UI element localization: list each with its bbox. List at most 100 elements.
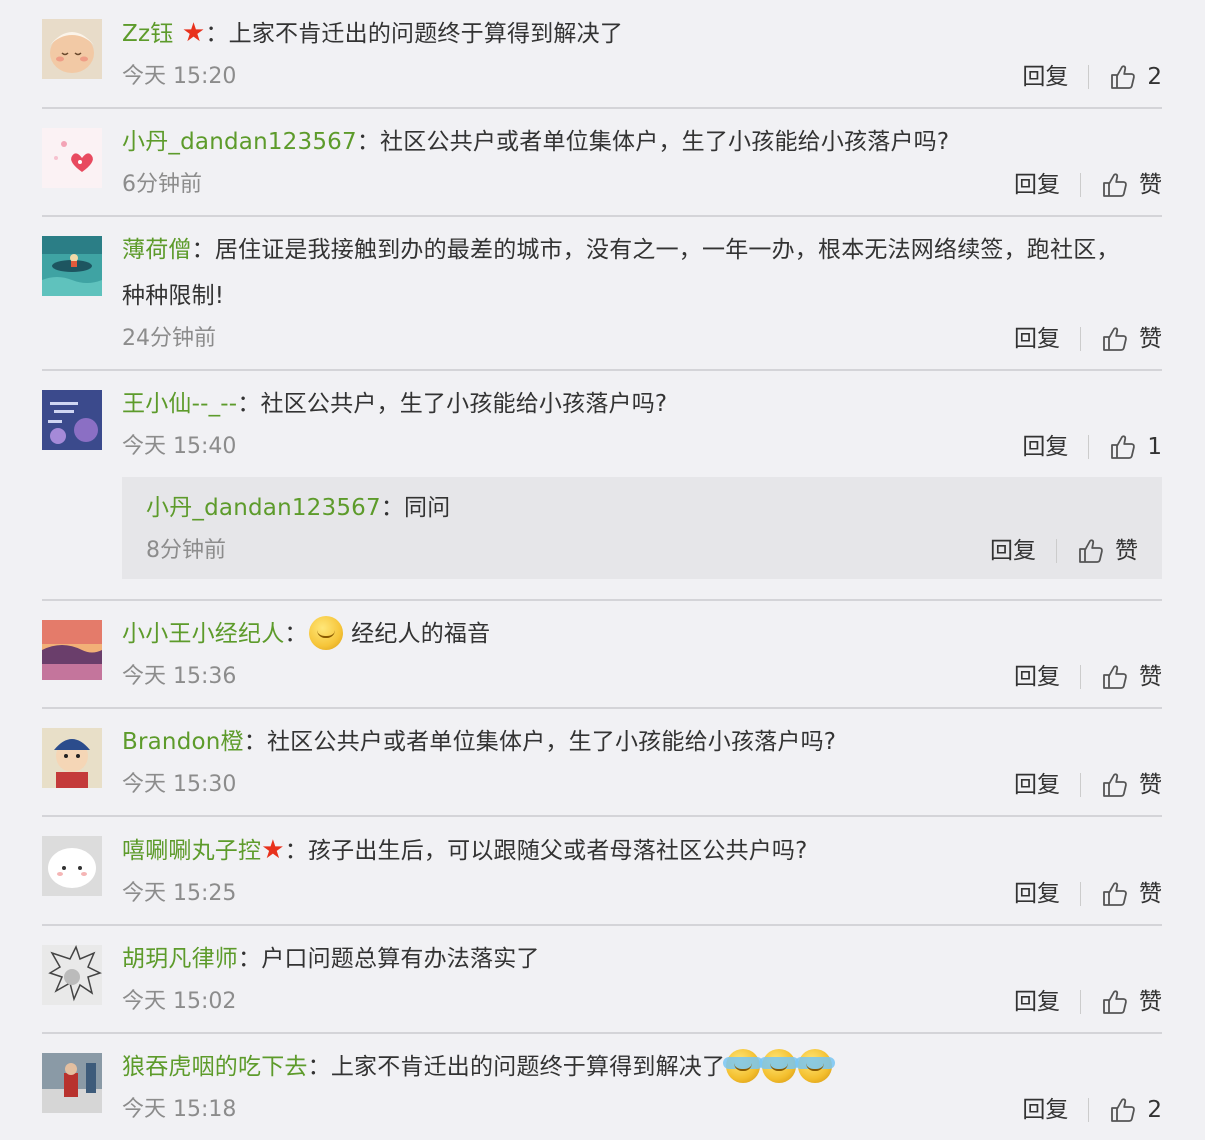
comment-item: 小丹_dandan123567：社区公共户或者单位集体户，生了小孩能给小孩落户吗…: [42, 109, 1162, 217]
reply-button[interactable]: 回复: [1014, 657, 1060, 697]
avatar[interactable]: [42, 945, 102, 1005]
timestamp: 今天 15:40: [122, 434, 237, 459]
reply-button[interactable]: 回复: [990, 531, 1036, 571]
divider: [1080, 990, 1081, 1014]
reply-button[interactable]: 回复: [1014, 874, 1060, 914]
comment-meta: 今天 15:25 回复 赞: [122, 874, 1162, 924]
reply-button[interactable]: 回复: [1014, 765, 1060, 805]
laugh-cry-emoji-icon: [795, 1049, 836, 1083]
divider: [1080, 773, 1081, 797]
username-link[interactable]: 小丹_dandan123567: [122, 129, 357, 155]
username-link[interactable]: 胡玥凡律师: [122, 946, 238, 972]
avatar[interactable]: [42, 620, 102, 680]
comment-text: 王小仙--_--：社区公共户，生了小孩能给小孩落户吗?: [122, 371, 1162, 427]
like-button[interactable]: 2: [1109, 57, 1162, 97]
comment-item: 狼吞虎咽的吃下去：上家不肯迁出的问题终于算得到解决了 今天 15:18 回复 2: [42, 1034, 1162, 1140]
comment-item: 王小仙--_--：社区公共户，生了小孩能给小孩落户吗? 今天 15:40 回复 …: [42, 371, 1162, 601]
reply-button[interactable]: 回复: [1022, 57, 1068, 97]
comment-content: 上家不肯迁出的问题终于算得到解决了: [330, 1054, 726, 1080]
username-link[interactable]: 小丹_dandan123567: [146, 495, 381, 521]
separator: ：: [380, 495, 405, 521]
like-count: 2: [1147, 64, 1162, 90]
reply-button[interactable]: 回复: [1022, 1090, 1068, 1130]
like-button[interactable]: 赞: [1077, 531, 1138, 571]
comment-text: 小丹_dandan123567：同问: [146, 477, 1138, 531]
like-button[interactable]: 赞: [1101, 657, 1162, 697]
comment-item: 胡玥凡律师：户口问题总算有办法落实了 今天 15:02 回复 赞: [42, 926, 1162, 1034]
comment-content: 社区公共户或者单位集体户，生了小孩能给小孩落户吗?: [266, 729, 837, 755]
avatar[interactable]: [42, 1053, 102, 1113]
star-badge-icon: ★: [261, 835, 285, 865]
thumbs-up-icon: [1101, 663, 1129, 691]
like-button[interactable]: 2: [1109, 1090, 1162, 1130]
comment-content: 户口问题总算有办法落实了: [261, 946, 540, 972]
reply-button[interactable]: 回复: [1014, 165, 1060, 205]
timestamp: 今天 15:02: [122, 989, 237, 1014]
avatar[interactable]: [42, 836, 102, 896]
comment-text: 嘻唰唰丸子控★：孩子出生后，可以跟随父或者母落社区公共户吗?: [122, 817, 1162, 874]
comment-item: Zz钰 ★：上家不肯迁出的问题终于算得到解决了 今天 15:20 回复 2: [42, 0, 1162, 109]
thumbs-up-icon: [1101, 771, 1129, 799]
username-link[interactable]: 狼吞虎咽的吃下去: [122, 1054, 308, 1080]
reply-button[interactable]: 回复: [1022, 427, 1068, 467]
comment-content: 社区公共户或者单位集体户，生了小孩能给小孩落户吗?: [380, 129, 950, 155]
comment-text: 小丹_dandan123567：社区公共户或者单位集体户，生了小孩能给小孩落户吗…: [122, 109, 1162, 165]
like-button[interactable]: 赞: [1101, 982, 1162, 1022]
divider: [1088, 1098, 1090, 1122]
comment-meta: 24分钟前 回复 赞: [122, 319, 1162, 369]
comment-item: 嘻唰唰丸子控★：孩子出生后，可以跟随父或者母落社区公共户吗? 今天 15:25 …: [42, 817, 1162, 926]
comment-content-continued: 种种限制!: [122, 283, 225, 309]
avatar[interactable]: [42, 19, 102, 79]
like-button[interactable]: 赞: [1101, 874, 1162, 914]
laugh-cry-emoji-icon: [723, 1049, 764, 1083]
like-count: 赞: [1139, 326, 1162, 352]
separator: ：: [284, 621, 308, 647]
avatar[interactable]: [42, 390, 102, 450]
comment-meta: 今天 15:02 回复 赞: [122, 982, 1162, 1032]
like-count: 赞: [1115, 538, 1138, 564]
comment-item: 薄荷僧：居住证是我接触到办的最差的城市，没有之一，一年一办，根本无法网络续签，跑…: [42, 217, 1162, 371]
username-link[interactable]: 嘻唰唰丸子控: [122, 838, 261, 864]
separator: ：: [243, 729, 267, 755]
comment-item: 小小王小经纪人： 经纪人的福音 今天 15:36 回复 赞: [42, 601, 1162, 709]
timestamp: 6分钟前: [122, 172, 202, 197]
comment-actions: 回复 赞: [1014, 319, 1162, 359]
comment-meta: 8分钟前 回复 赞: [146, 531, 1138, 579]
username-link[interactable]: Brandon橙: [122, 729, 244, 755]
divider: [1088, 65, 1090, 89]
avatar[interactable]: [42, 236, 102, 296]
username-link[interactable]: 小小王小经纪人: [122, 621, 284, 647]
like-button[interactable]: 1: [1109, 427, 1162, 467]
like-count: 赞: [1139, 989, 1162, 1015]
reply-button[interactable]: 回复: [1014, 319, 1060, 359]
username-link[interactable]: 薄荷僧: [122, 237, 192, 263]
timestamp: 24分钟前: [122, 326, 216, 351]
like-button[interactable]: 赞: [1101, 765, 1162, 805]
sub-reply: 小丹_dandan123567：同问 8分钟前 回复 赞: [122, 477, 1162, 579]
avatar[interactable]: [42, 128, 102, 188]
like-button[interactable]: 赞: [1101, 165, 1162, 205]
username-link[interactable]: Zz钰: [122, 21, 173, 47]
thumbs-up-icon: [1101, 171, 1129, 199]
like-button[interactable]: 赞: [1101, 319, 1162, 359]
timestamp: 今天 15:25: [122, 881, 237, 906]
timestamp: 今天 15:20: [122, 64, 237, 89]
comment-actions: 回复 赞: [1014, 765, 1162, 805]
comment-content: 同问: [404, 495, 451, 521]
like-count: 2: [1147, 1097, 1162, 1123]
separator: ：: [356, 129, 381, 155]
separator: ：: [307, 1054, 331, 1080]
thumbs-up-icon: [1101, 880, 1129, 908]
thumbs-up-icon: [1101, 988, 1129, 1016]
separator: ：: [238, 946, 262, 972]
comment-content: 居住证是我接触到办的最差的城市，没有之一，一年一办，根本无法网络续签，跑社区，: [214, 237, 1120, 263]
avatar[interactable]: [42, 728, 102, 788]
comment-actions: 回复 1: [1022, 427, 1162, 467]
comment-actions: 回复 赞: [1014, 874, 1162, 914]
reply-button[interactable]: 回复: [1014, 982, 1060, 1022]
like-count: 赞: [1139, 772, 1162, 798]
like-count: 赞: [1139, 664, 1162, 690]
username-link[interactable]: 王小仙--_--: [122, 391, 237, 417]
thumbs-up-icon: [1109, 63, 1137, 91]
comment-meta: 今天 15:36 回复 赞: [122, 657, 1162, 707]
